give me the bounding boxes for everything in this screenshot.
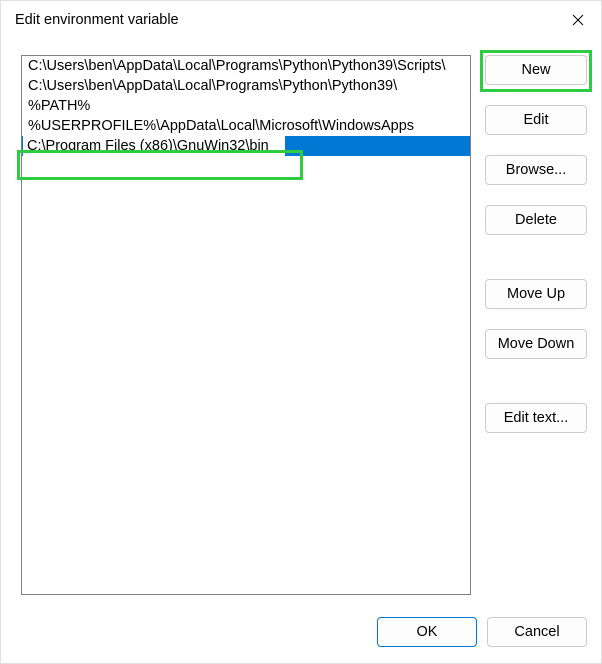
edit-button[interactable]: Edit [485, 105, 587, 135]
list-item[interactable]: %PATH% [22, 96, 470, 116]
new-button[interactable]: New [485, 55, 587, 85]
close-button[interactable] [555, 1, 601, 39]
dialog-body: C:\Users\ben\AppData\Local\Programs\Pyth… [1, 39, 601, 605]
dialog-footer: OK Cancel [1, 605, 601, 663]
list-item[interactable]: C:\Users\ben\AppData\Local\Programs\Pyth… [22, 76, 470, 96]
titlebar: Edit environment variable [1, 1, 601, 39]
list-wrap: C:\Users\ben\AppData\Local\Programs\Pyth… [21, 55, 471, 605]
edit-text-button[interactable]: Edit text... [485, 403, 587, 433]
browse-button[interactable]: Browse... [485, 155, 587, 185]
side-buttons: New Edit Browse... Delete Move Up Move D… [485, 55, 587, 605]
close-icon [572, 14, 584, 26]
ok-button[interactable]: OK [377, 617, 477, 647]
edit-env-var-dialog: Edit environment variable C:\Users\ben\A… [0, 0, 602, 664]
cancel-button[interactable]: Cancel [487, 617, 587, 647]
window-title: Edit environment variable [15, 12, 555, 28]
list-item[interactable]: C:\Users\ben\AppData\Local\Programs\Pyth… [22, 56, 470, 76]
delete-button[interactable]: Delete [485, 205, 587, 235]
list-item[interactable]: %USERPROFILE%\AppData\Local\Microsoft\Wi… [22, 116, 470, 136]
move-up-button[interactable]: Move Up [485, 279, 587, 309]
list-item-selected[interactable] [22, 136, 470, 156]
path-edit-input[interactable] [22, 136, 286, 156]
path-list[interactable]: C:\Users\ben\AppData\Local\Programs\Pyth… [21, 55, 471, 595]
move-down-button[interactable]: Move Down [485, 329, 587, 359]
